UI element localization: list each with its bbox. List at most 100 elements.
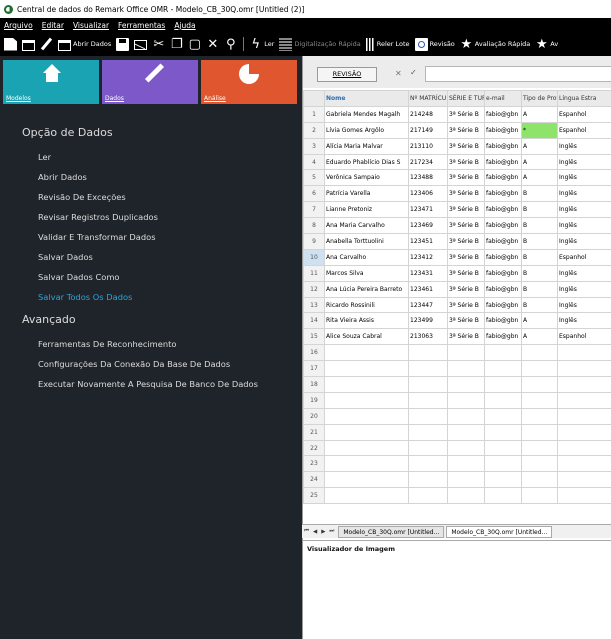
row-number[interactable]: 3 xyxy=(303,137,325,155)
grid-cell[interactable]: Verônica Sampaio xyxy=(324,169,409,187)
grid-cell[interactable] xyxy=(484,471,522,489)
sheet-tab-1[interactable]: Modelo_CB_30Q.omr [Untitled... xyxy=(338,525,445,538)
table-row[interactable]: 5 Verônica Sampaio 123488 3ª Série Bfabio@g… xyxy=(303,169,611,187)
grid-cell[interactable] xyxy=(447,487,485,505)
row-number[interactable]: 15 xyxy=(303,328,325,346)
table-row[interactable]: 19 xyxy=(303,391,611,409)
email-button[interactable] xyxy=(134,35,148,53)
grid-cell[interactable]: Espanhol xyxy=(557,248,611,266)
eval-button[interactable]: ★ Av xyxy=(535,35,558,53)
tile-data[interactable]: Dados xyxy=(102,60,198,104)
grid-cell[interactable] xyxy=(408,455,448,473)
next-sheet-icon[interactable]: ▶ xyxy=(321,529,325,535)
grid-cell[interactable] xyxy=(521,439,558,457)
grid-cell[interactable]: Alice Souza Cabral xyxy=(324,328,409,346)
option-review-duplicates[interactable]: Revisar Registros Duplicados xyxy=(38,207,302,227)
open-data-button[interactable]: Abrir Dados xyxy=(58,35,111,53)
table-row[interactable]: 18 xyxy=(303,376,611,393)
row-number[interactable]: 17 xyxy=(303,360,325,378)
grid-cell[interactable] xyxy=(324,487,409,505)
grid-cell[interactable]: 3ª Série B xyxy=(447,280,485,298)
table-row[interactable]: 8 Ana Maria Carvalho 123469 3ª Série Bfabio… xyxy=(303,217,611,235)
quick-scan-button[interactable]: Digitalização Rápida xyxy=(279,35,361,53)
table-row[interactable]: 22 xyxy=(303,439,611,457)
table-row[interactable]: 14 Rita Vieira Assis 123499 3ª Série Bfabio… xyxy=(303,312,611,330)
grid-cell[interactable] xyxy=(484,391,522,409)
grid-cell[interactable] xyxy=(408,423,448,441)
grid-cell[interactable] xyxy=(324,344,409,362)
reread-batch-button[interactable]: Reler Lote xyxy=(365,35,410,53)
row-number[interactable]: 9 xyxy=(303,233,325,250)
grid-cell[interactable] xyxy=(557,455,611,473)
row-number[interactable]: 22 xyxy=(303,439,325,457)
column-header[interactable]: Tipo de Prov xyxy=(521,90,558,107)
grid-cell[interactable]: 123488 xyxy=(408,169,448,187)
delete-button[interactable]: ✕ xyxy=(206,35,219,53)
grid-cell[interactable]: 3ª Série B xyxy=(447,312,485,330)
grid-cell[interactable]: A xyxy=(521,312,558,330)
grid-cell[interactable]: 3ª Série B xyxy=(447,169,485,187)
option-review-exceptions[interactable]: Revisão De Exceções xyxy=(38,187,302,207)
grid-cell[interactable] xyxy=(484,423,522,441)
grid-cell[interactable]: fabio@gbn xyxy=(484,248,522,266)
grid-cell[interactable] xyxy=(324,391,409,409)
read-button[interactable]: ϟ Ler xyxy=(249,35,274,53)
row-number[interactable]: 5 xyxy=(303,169,325,187)
grid-cell[interactable]: Inglês xyxy=(557,296,611,314)
grid-cell[interactable]: Inglês xyxy=(557,233,611,250)
prev-sheet-icon[interactable]: ◀ xyxy=(313,529,317,535)
row-number[interactable]: 16 xyxy=(303,344,325,362)
grid-cell[interactable]: 3ª Série B xyxy=(447,185,485,203)
grid-cell[interactable]: 217149 xyxy=(408,121,448,139)
option-recognition-tools[interactable]: Ferramentas De Reconhecimento xyxy=(38,334,302,354)
grid-cell[interactable]: 123431 xyxy=(408,264,448,282)
grid-cell[interactable]: Inglês xyxy=(557,169,611,187)
grid-cell[interactable]: Anabella Torttuolini xyxy=(324,233,409,250)
grid-cell[interactable] xyxy=(324,439,409,457)
grid-cell[interactable] xyxy=(408,487,448,505)
grid-cell[interactable] xyxy=(447,344,485,362)
edit-button[interactable] xyxy=(40,35,53,53)
grid-cell[interactable]: 123412 xyxy=(408,248,448,266)
grid-cell[interactable]: 3ª Série B xyxy=(447,264,485,282)
table-row[interactable]: 25 xyxy=(303,487,611,505)
sheet-tab-2[interactable]: Modelo_CB_30Q.omr [Untitled... xyxy=(446,525,553,538)
tile-models[interactable]: Modelos xyxy=(3,60,99,104)
row-number[interactable]: 2 xyxy=(303,121,325,139)
grid-cell[interactable] xyxy=(557,439,611,457)
grid-cell[interactable] xyxy=(521,407,558,425)
grid-cell[interactable]: Ana Carvalho xyxy=(324,248,409,266)
menu-ferramentas[interactable]: Ferramentas xyxy=(118,21,165,30)
grid-cell[interactable] xyxy=(557,360,611,378)
grid-cell[interactable] xyxy=(484,439,522,457)
grid-cell[interactable]: B xyxy=(521,296,558,314)
grid-cell[interactable]: Inglês xyxy=(557,312,611,330)
option-save-data-as[interactable]: Salvar Dados Como xyxy=(38,267,302,287)
grid-cell[interactable]: fabio@gbn xyxy=(484,264,522,282)
column-header[interactable]: Língua Estra xyxy=(557,90,611,107)
grid-cell[interactable]: 3ª Série B xyxy=(447,153,485,171)
grid-cell[interactable]: fabio@gbn xyxy=(484,201,522,219)
grid-cell[interactable]: fabio@gbn xyxy=(484,121,522,139)
grid-cell[interactable] xyxy=(484,407,522,425)
row-number[interactable]: 18 xyxy=(303,376,325,393)
grid-cell[interactable]: B xyxy=(521,233,558,250)
grid-cell[interactable]: Ana Maria Carvalho xyxy=(324,217,409,235)
row-number[interactable]: 6 xyxy=(303,185,325,203)
cell-edit-input[interactable] xyxy=(425,66,611,82)
grid-cell[interactable] xyxy=(557,407,611,425)
grid-cell[interactable]: B xyxy=(521,280,558,298)
grid-cell[interactable] xyxy=(557,376,611,393)
grid-cell[interactable] xyxy=(324,407,409,425)
table-row[interactable]: 21 xyxy=(303,423,611,441)
row-number[interactable]: 4 xyxy=(303,153,325,171)
grid-cell[interactable]: 123451 xyxy=(408,233,448,250)
grid-cell[interactable] xyxy=(521,455,558,473)
grid-cell[interactable] xyxy=(408,391,448,409)
grid-cell[interactable] xyxy=(408,439,448,457)
grid-cell[interactable]: Eduardo Phablício Dias S xyxy=(324,153,409,171)
grid-cell[interactable]: Alícia Maria Malvar xyxy=(324,137,409,155)
grid-cell[interactable]: fabio@gbn xyxy=(484,296,522,314)
option-rerun-db-search[interactable]: Executar Novamente A Pesquisa De Banco D… xyxy=(38,374,302,394)
table-row[interactable]: 17 xyxy=(303,360,611,378)
